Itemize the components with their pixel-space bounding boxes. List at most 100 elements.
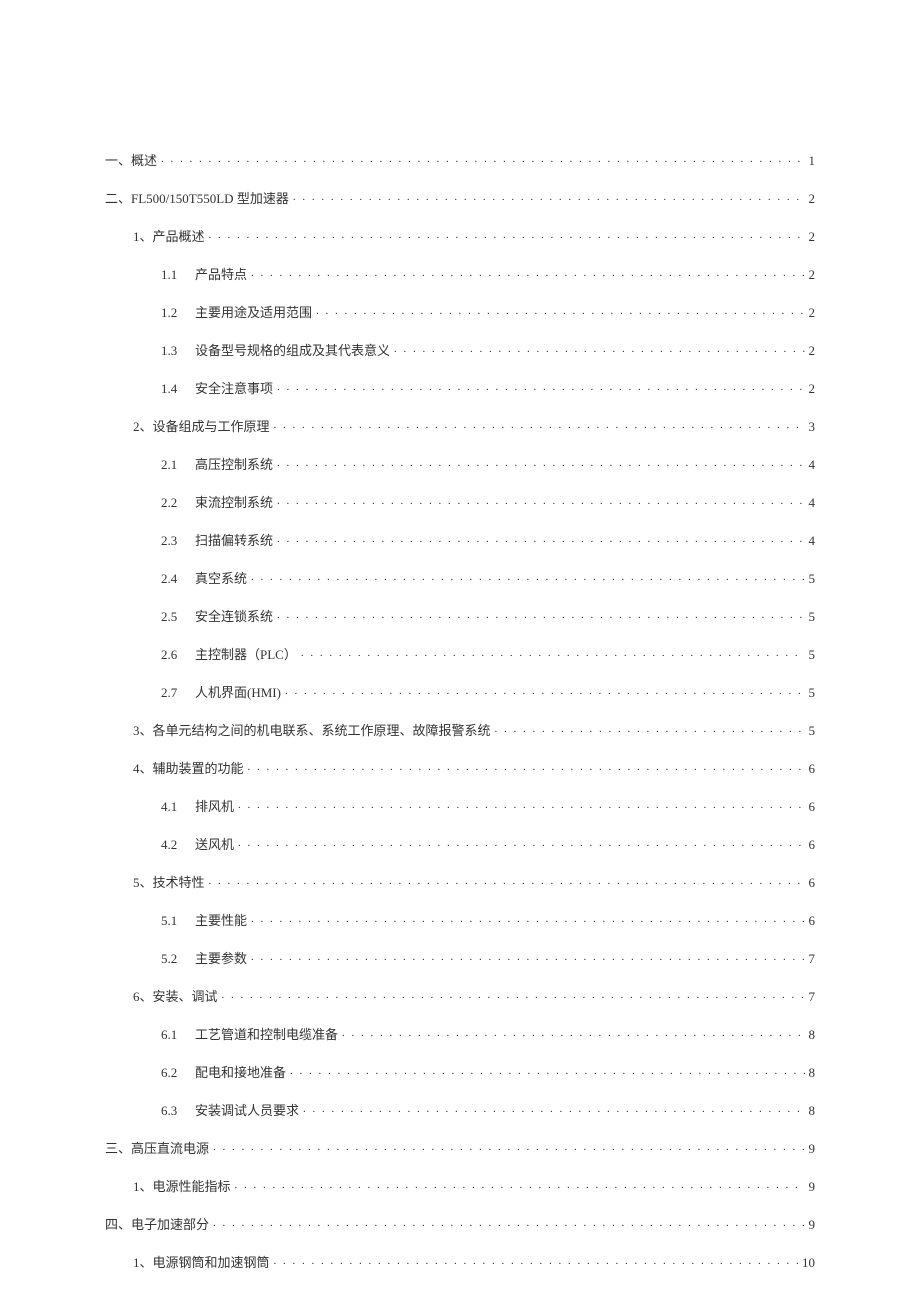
table-of-contents: 一、概述1二、FL500/150T550LD 型加速器21、产品概述21.1产品…: [105, 150, 815, 1271]
toc-leader-dots: [274, 418, 805, 431]
toc-entry-title: 安全注意事项: [195, 381, 273, 396]
toc-entry-title: 高压控制系统: [195, 457, 273, 472]
toc-entry-page: 3: [809, 419, 816, 435]
toc-leader-dots: [277, 456, 804, 469]
toc-entry-label: 6.2配电和接地准备: [161, 1062, 286, 1081]
toc-entry[interactable]: 2、设备组成与工作原理 3: [105, 416, 815, 435]
toc-entry-title: 主控制器（PLC）: [195, 647, 297, 662]
toc-entry-page: 9: [809, 1217, 816, 1233]
toc-entry-title: 电源性能指标: [153, 1179, 231, 1194]
toc-entry-number: 2.1: [161, 457, 195, 473]
toc-entry-label: 2.1高压控制系统: [161, 454, 273, 473]
toc-entry[interactable]: 5.1主要性能6: [105, 910, 815, 929]
toc-entry[interactable]: 1、产品概述2: [105, 226, 815, 245]
toc-entry-title: 送风机: [195, 837, 234, 852]
toc-entry-number: 2.4: [161, 571, 195, 587]
toc-entry[interactable]: 2.2束流控制系统 4: [105, 492, 815, 511]
toc-entry[interactable]: 1.4安全注意事项 2: [105, 378, 815, 397]
toc-entry[interactable]: 3、各单元结构之间的机电联系、系统工作原理、故障报警系统5: [105, 720, 815, 739]
toc-entry[interactable]: 2.4真空系统5: [105, 568, 815, 587]
toc-entry-number: 1.2: [161, 305, 195, 321]
toc-entry-title: 配电和接地准备: [195, 1065, 286, 1080]
toc-entry[interactable]: 2.1高压控制系统 4: [105, 454, 815, 473]
toc-leader-dots: [293, 190, 805, 203]
toc-leader-dots: [277, 380, 804, 393]
toc-leader-dots: [161, 152, 804, 165]
toc-entry-title: 工艺管道和控制电缆准备: [195, 1027, 338, 1042]
toc-entry[interactable]: 2.3扫描偏转系统 4: [105, 530, 815, 549]
toc-entry[interactable]: 6、安装、调试7: [105, 986, 815, 1005]
toc-entry[interactable]: 二、FL500/150T550LD 型加速器2: [105, 188, 815, 207]
toc-leader-dots: [251, 266, 804, 279]
toc-entry-label: 5.2主要参数: [161, 948, 247, 967]
toc-entry[interactable]: 1.2主要用途及适用范围 2: [105, 302, 815, 321]
toc-entry-title: FL500/150T550LD 型加速器: [131, 191, 289, 206]
toc-entry-title: 主要参数: [195, 951, 247, 966]
toc-entry-page: 8: [809, 1027, 816, 1043]
toc-entry-title: 电子加速部分: [131, 1217, 209, 1232]
toc-entry-number: 6.3: [161, 1103, 195, 1119]
toc-entry[interactable]: 1、电源性能指标9: [105, 1176, 815, 1195]
toc-entry-number: 6.2: [161, 1065, 195, 1081]
toc-entry-page: 1: [809, 153, 816, 169]
toc-entry[interactable]: 4.1排风机6: [105, 796, 815, 815]
toc-entry-page: 6: [809, 761, 816, 777]
toc-entry-number: 1.4: [161, 381, 195, 397]
toc-entry-label: 5、技术特性: [133, 872, 205, 891]
toc-entry-label: 三、高压直流电源: [105, 1138, 209, 1157]
toc-entry-page: 4: [809, 533, 816, 549]
toc-leader-dots: [248, 760, 805, 773]
toc-entry-number: 5.1: [161, 913, 195, 929]
toc-entry[interactable]: 1、电源钢筒和加速钢筒10: [105, 1252, 815, 1271]
toc-entry-label: 2、设备组成与工作原理: [133, 416, 270, 435]
toc-entry-page: 2: [809, 305, 816, 321]
toc-entry-number: 4、: [133, 761, 153, 776]
toc-entry[interactable]: 四、电子加速部分 9: [105, 1214, 815, 1233]
toc-entry-number: 2.3: [161, 533, 195, 549]
toc-leader-dots: [285, 684, 805, 697]
toc-entry-number: 三、: [105, 1141, 131, 1156]
toc-leader-dots: [495, 722, 805, 735]
toc-entry-number: 5.2: [161, 951, 195, 967]
toc-leader-dots: [342, 1026, 804, 1039]
toc-entry-label: 二、FL500/150T550LD 型加速器: [105, 188, 289, 207]
toc-entry[interactable]: 2.5安全连锁系统5: [105, 606, 815, 625]
toc-entry-title: 设备型号规格的组成及其代表意义: [195, 343, 390, 358]
toc-entry-label: 1.2主要用途及适用范围: [161, 302, 312, 321]
toc-entry-title: 辅助装置的功能: [153, 761, 244, 776]
toc-entry-page: 4: [809, 457, 816, 473]
toc-entry[interactable]: 6.3安装调试人员要求8: [105, 1100, 815, 1119]
toc-entry-label: 1.3设备型号规格的组成及其代表意义: [161, 340, 390, 359]
toc-entry[interactable]: 1.3设备型号规格的组成及其代表意义2: [105, 340, 815, 359]
toc-entry-title: 人机界面(HMI): [195, 685, 281, 700]
toc-leader-dots: [251, 950, 804, 963]
toc-entry-number: 4.2: [161, 837, 195, 853]
toc-entry[interactable]: 2.7人机界面(HMI)5: [105, 682, 815, 701]
toc-entry-page: 4: [809, 495, 816, 511]
toc-entry-page: 6: [809, 913, 816, 929]
toc-entry-number: 2.2: [161, 495, 195, 511]
toc-entry[interactable]: 5、技术特性6: [105, 872, 815, 891]
toc-leader-dots: [209, 228, 805, 241]
toc-entry-page: 8: [809, 1065, 816, 1081]
toc-entry-title: 扫描偏转系统: [195, 533, 273, 548]
toc-entry-number: 四、: [105, 1217, 131, 1232]
toc-entry[interactable]: 6.1工艺管道和控制电缆准备 8: [105, 1024, 815, 1043]
toc-entry-number: 2.5: [161, 609, 195, 625]
toc-leader-dots: [238, 836, 804, 849]
toc-leader-dots: [277, 608, 804, 621]
toc-entry[interactable]: 4.2送风机6: [105, 834, 815, 853]
toc-entry-label: 2.4真空系统: [161, 568, 247, 587]
toc-entry-number: 6.1: [161, 1027, 195, 1043]
toc-entry[interactable]: 一、概述1: [105, 150, 815, 169]
toc-entry[interactable]: 三、高压直流电源9: [105, 1138, 815, 1157]
toc-entry-label: 四、电子加速部分: [105, 1214, 209, 1233]
toc-entry[interactable]: 1.1产品特点2: [105, 264, 815, 283]
toc-entry-page: 2: [809, 381, 816, 397]
toc-entry[interactable]: 5.2主要参数 7: [105, 948, 815, 967]
toc-entry-page: 7: [809, 951, 816, 967]
toc-entry-label: 2.2束流控制系统: [161, 492, 273, 511]
toc-entry[interactable]: 6.2配电和接地准备 8: [105, 1062, 815, 1081]
toc-entry[interactable]: 4、辅助装置的功能 6: [105, 758, 815, 777]
toc-entry[interactable]: 2.6主控制器（PLC）5: [105, 644, 815, 663]
